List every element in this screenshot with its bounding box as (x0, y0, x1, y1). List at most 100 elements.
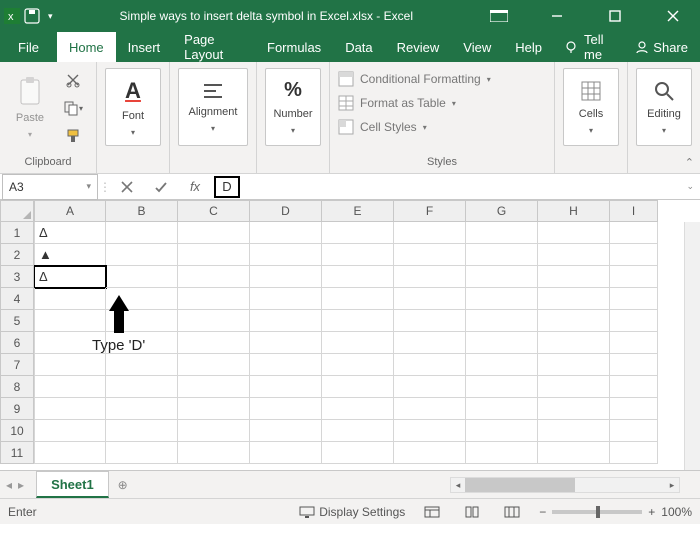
cell-G5[interactable] (466, 310, 538, 332)
cell-F9[interactable] (394, 398, 466, 420)
tab-home[interactable]: Home (57, 32, 116, 62)
cell-E10[interactable] (322, 420, 394, 442)
cell-H7[interactable] (538, 354, 610, 376)
row-header-8[interactable]: 8 (0, 376, 34, 398)
cell-F8[interactable] (394, 376, 466, 398)
tab-view[interactable]: View (451, 32, 503, 62)
vertical-scrollbar[interactable] (684, 222, 700, 470)
tab-page-layout[interactable]: Page Layout (172, 32, 255, 62)
hscroll-right-icon[interactable]: ▸ (665, 480, 679, 491)
cell-F11[interactable] (394, 442, 466, 464)
row-header-5[interactable]: 5 (0, 310, 34, 332)
close-button[interactable] (650, 0, 696, 32)
editing-button[interactable]: Editing ▾ (636, 68, 692, 146)
row-header-7[interactable]: 7 (0, 354, 34, 376)
cell-D7[interactable] (250, 354, 322, 376)
zoom-slider[interactable] (552, 510, 642, 514)
cell-B4[interactable] (106, 288, 178, 310)
name-box[interactable]: A3 ▾ (2, 174, 98, 200)
cell-H11[interactable] (538, 442, 610, 464)
cell-E8[interactable] (322, 376, 394, 398)
cell-D10[interactable] (250, 420, 322, 442)
cell-C10[interactable] (178, 420, 250, 442)
cell-C4[interactable] (178, 288, 250, 310)
cell-G8[interactable] (466, 376, 538, 398)
cell-G6[interactable] (466, 332, 538, 354)
cell-C2[interactable] (178, 244, 250, 266)
cell-B10[interactable] (106, 420, 178, 442)
cell-G10[interactable] (466, 420, 538, 442)
collapse-ribbon-icon[interactable]: ⌃ (685, 156, 694, 169)
cell-E2[interactable] (322, 244, 394, 266)
formula-input[interactable]: D ⌄ (212, 174, 700, 200)
col-header-H[interactable]: H (538, 200, 610, 222)
cell-F2[interactable] (394, 244, 466, 266)
col-header-C[interactable]: C (178, 200, 250, 222)
cell-H8[interactable] (538, 376, 610, 398)
cell-G1[interactable] (466, 222, 538, 244)
row-header-6[interactable]: 6 (0, 332, 34, 354)
cell-E11[interactable] (322, 442, 394, 464)
col-header-F[interactable]: F (394, 200, 466, 222)
font-button[interactable]: A Font ▾ (105, 68, 161, 146)
cell-I10[interactable] (610, 420, 658, 442)
cell-E4[interactable] (322, 288, 394, 310)
cell-H2[interactable] (538, 244, 610, 266)
cell-G7[interactable] (466, 354, 538, 376)
cell-F1[interactable] (394, 222, 466, 244)
maximize-button[interactable] (592, 0, 638, 32)
cell-B1[interactable] (106, 222, 178, 244)
cell-B9[interactable] (106, 398, 178, 420)
cell-A2[interactable]: ▲ (34, 244, 106, 266)
cell-H10[interactable] (538, 420, 610, 442)
cell-A9[interactable] (34, 398, 106, 420)
cell-I5[interactable] (610, 310, 658, 332)
cell-E6[interactable] (322, 332, 394, 354)
minimize-button[interactable] (534, 0, 580, 32)
cell-C11[interactable] (178, 442, 250, 464)
cell-H4[interactable] (538, 288, 610, 310)
cell-F5[interactable] (394, 310, 466, 332)
tab-data[interactable]: Data (333, 32, 384, 62)
cell-C5[interactable] (178, 310, 250, 332)
col-header-D[interactable]: D (250, 200, 322, 222)
cell-G4[interactable] (466, 288, 538, 310)
cell-I3[interactable] (610, 266, 658, 288)
cell-I6[interactable] (610, 332, 658, 354)
tab-help[interactable]: Help (503, 32, 554, 62)
tab-formulas[interactable]: Formulas (255, 32, 333, 62)
row-header-10[interactable]: 10 (0, 420, 34, 442)
cell-G11[interactable] (466, 442, 538, 464)
cell-I2[interactable] (610, 244, 658, 266)
cell-F6[interactable] (394, 332, 466, 354)
cancel-formula-button[interactable] (110, 174, 144, 200)
select-all-cells[interactable] (0, 200, 34, 222)
col-header-A[interactable]: A (34, 200, 106, 222)
ribbon-display-options-icon[interactable] (476, 0, 522, 32)
cell-A3[interactable]: Δ (34, 266, 106, 288)
cell-C3[interactable] (178, 266, 250, 288)
autosave-icon[interactable] (24, 8, 40, 24)
sheet-tab-sheet1[interactable]: Sheet1 (36, 471, 109, 498)
qat-dropdown-icon[interactable]: ▾ (44, 11, 57, 22)
cell-A4[interactable] (34, 288, 106, 310)
insert-function-button[interactable]: fx (178, 174, 212, 200)
row-header-3[interactable]: 3 (0, 266, 34, 288)
cell-I7[interactable] (610, 354, 658, 376)
cell-D2[interactable] (250, 244, 322, 266)
cell-H9[interactable] (538, 398, 610, 420)
cell-D5[interactable] (250, 310, 322, 332)
alignment-button[interactable]: Alignment ▾ (178, 68, 248, 146)
cell-D4[interactable] (250, 288, 322, 310)
cell-C1[interactable] (178, 222, 250, 244)
row-header-2[interactable]: 2 (0, 244, 34, 266)
cell-B8[interactable] (106, 376, 178, 398)
cell-D1[interactable] (250, 222, 322, 244)
sheet-nav-prev-icon[interactable]: ◂ (6, 478, 12, 492)
cell-F7[interactable] (394, 354, 466, 376)
cell-B7[interactable] (106, 354, 178, 376)
cell-E1[interactable] (322, 222, 394, 244)
hscroll-left-icon[interactable]: ◂ (451, 480, 465, 491)
cell-C6[interactable] (178, 332, 250, 354)
cell-A6[interactable] (34, 332, 106, 354)
